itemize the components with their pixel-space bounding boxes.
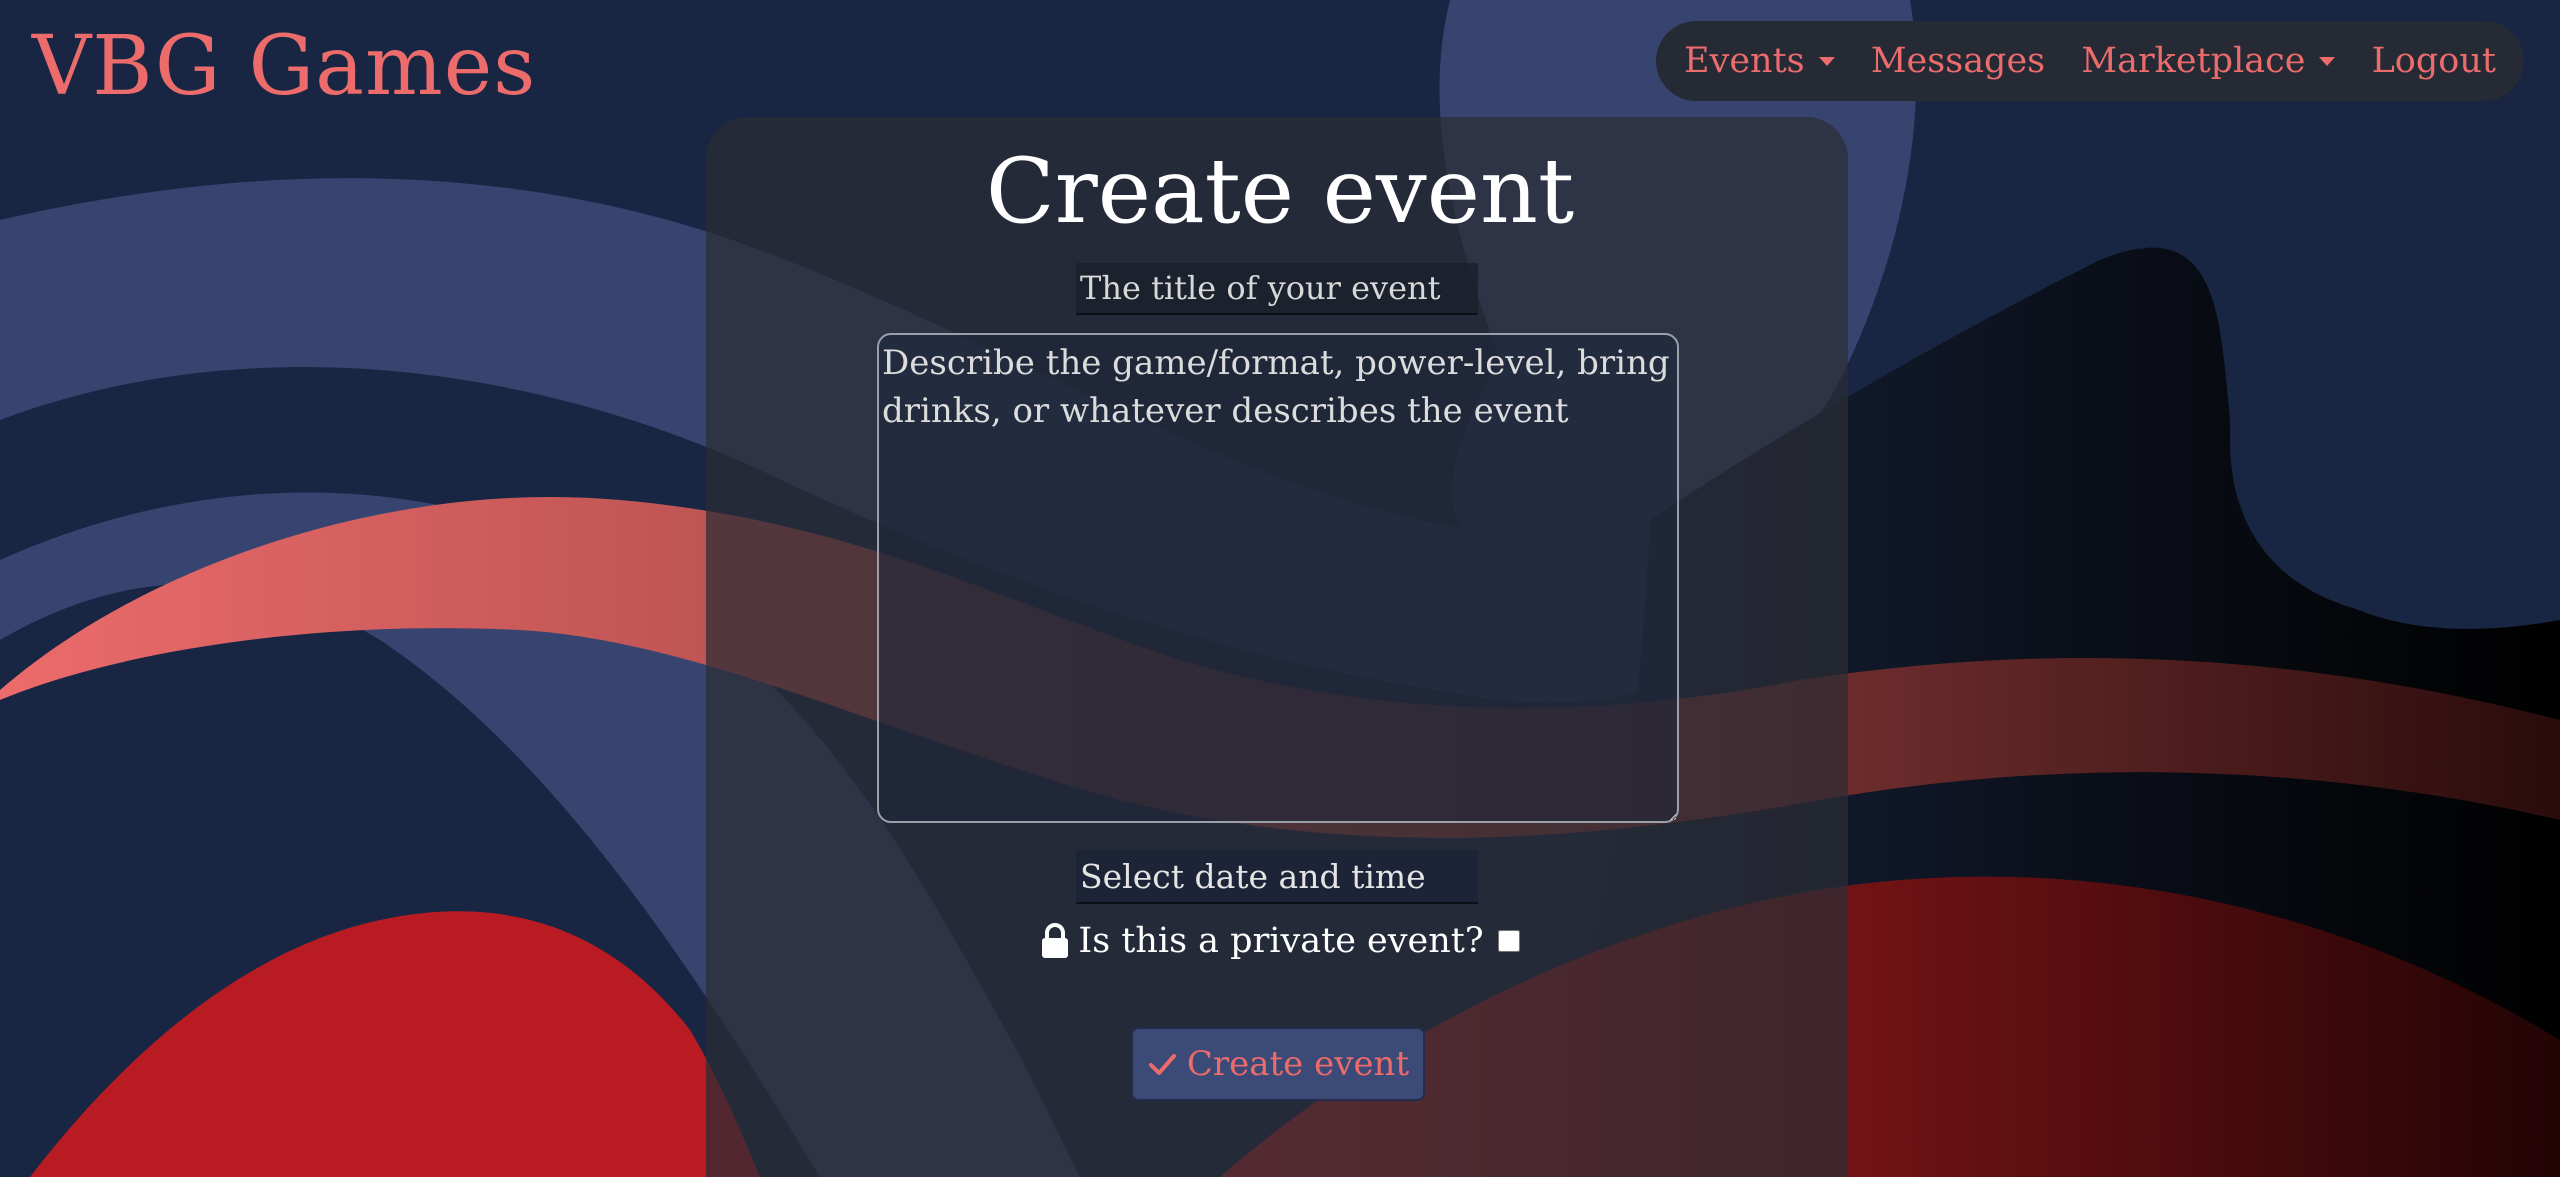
check-icon (1148, 1054, 1176, 1075)
private-event-checkbox[interactable] (1497, 930, 1520, 952)
lock-icon (1042, 923, 1069, 958)
event-title-input[interactable] (1076, 263, 1478, 315)
nav-logout-link[interactable]: Logout (2372, 41, 2496, 81)
nav-messages-link[interactable]: Messages (1871, 41, 2045, 81)
brand-logo[interactable]: VBG Games (32, 18, 536, 116)
private-event-label: Is this a private event? (1078, 921, 1484, 961)
nav-marketplace-label: Marketplace (2081, 41, 2306, 81)
nav-events-label: Events (1684, 41, 1805, 81)
page-title: Create event (985, 139, 1575, 244)
nav-logout-label: Logout (2371, 41, 2496, 81)
nav-marketplace-dropdown[interactable]: Marketplace (2081, 41, 2336, 81)
top-navigation: Events Messages Marketplace Logout (1656, 21, 2524, 101)
nav-events-dropdown[interactable]: Events (1684, 41, 1835, 81)
chevron-down-icon (2319, 56, 2336, 66)
create-event-button-label: Create event (1186, 1044, 1410, 1084)
chevron-down-icon (1818, 56, 1835, 66)
private-event-row: Is this a private event? (0, 921, 2560, 961)
nav-messages-label: Messages (1870, 41, 2046, 81)
event-description-textarea[interactable] (877, 333, 1679, 823)
create-event-button[interactable]: Create event (1131, 1027, 1425, 1101)
event-datetime-input[interactable] (1076, 850, 1478, 904)
